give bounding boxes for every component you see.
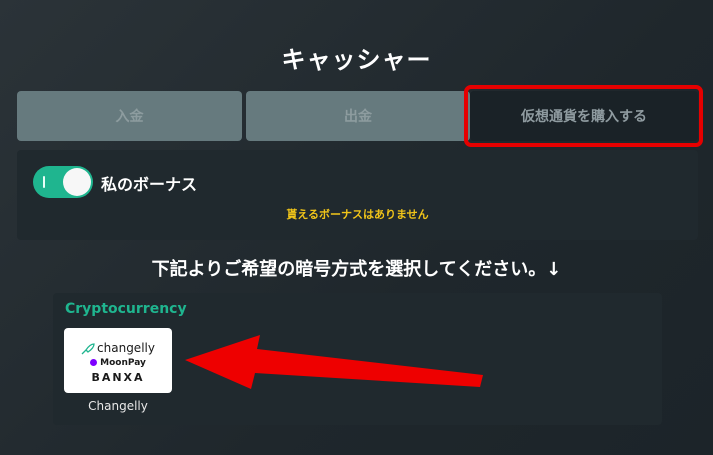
bonus-label: 私のボーナス [101,175,198,194]
provider-card-changelly[interactable]: changelly MoonPay BANXA [64,328,172,393]
page-title: キャッシャー [281,46,432,74]
bonus-panel: 私のボーナス 貰えるボーナスはありません [17,150,698,240]
moonpay-dot-icon [90,359,98,366]
moonpay-logo: MoonPay [64,358,172,368]
changelly-logo: changelly [64,341,172,355]
moonpay-logo-text: MoonPay [100,358,146,368]
annotation-arrow-icon [185,335,483,389]
crypto-heading: Cryptocurrency [65,301,187,317]
annotation-highlight-box [464,85,703,147]
tab-deposit[interactable]: 入金 [17,91,242,141]
rocket-icon [81,342,95,354]
changelly-logo-text: changelly [97,341,155,355]
banxa-logo: BANXA [91,371,145,384]
bonus-toggle[interactable] [33,166,93,198]
toggle-knob [63,168,91,196]
tab-withdraw[interactable]: 出金 [246,91,470,141]
toggle-on-indicator [43,176,45,188]
instruction-text: 下記よりご希望の暗号方式を選択してください。↓ [151,259,562,280]
bonus-note: 貰えるボーナスはありません [286,208,429,221]
provider-name: Changelly [88,399,148,413]
